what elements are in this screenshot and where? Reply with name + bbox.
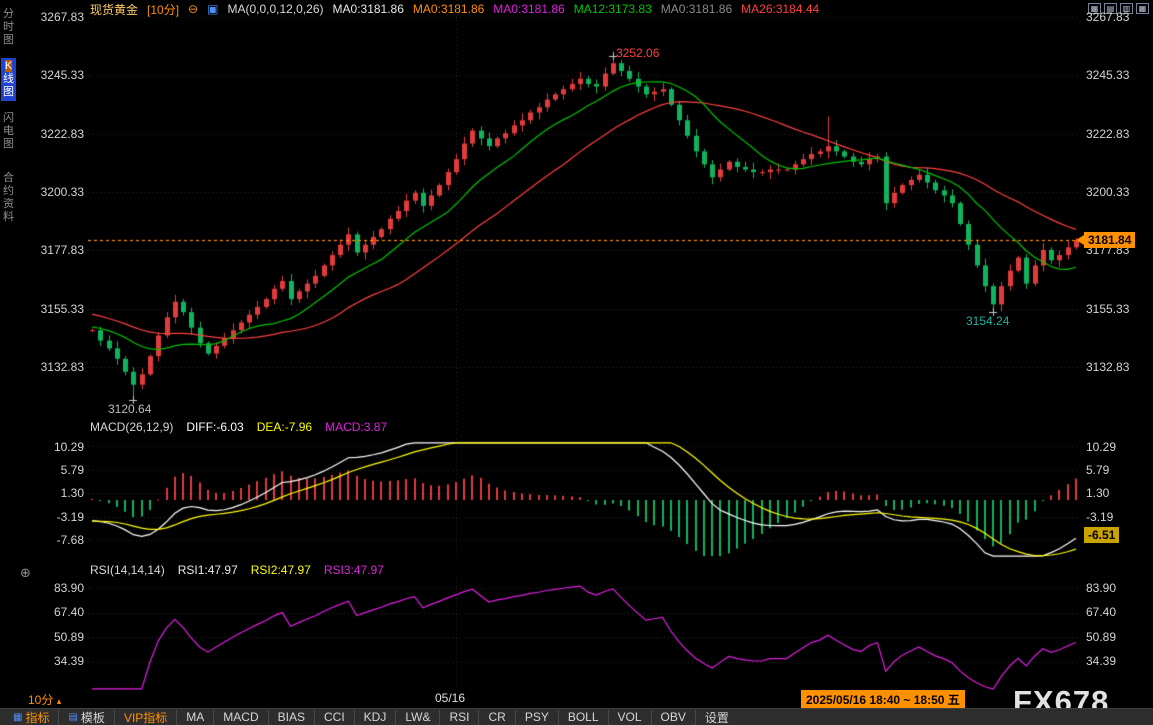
toolbar-item-label: MACD [223, 710, 258, 724]
rsi3-value: RSI3:47.97 [324, 563, 384, 577]
toolbar-item-label: VOL [618, 710, 642, 724]
macd-axis-label: -7.68 [12, 533, 84, 547]
macd-header: MACD(26,12,9) DIFF:-6.03 DEA:-7.96 MACD:… [90, 420, 387, 434]
rsi-axis-label: 67.40 [1086, 605, 1116, 619]
price-axis-label: 3132.83 [12, 360, 84, 374]
macd-chart-canvas[interactable] [88, 438, 1080, 558]
macd-value-tag: -6.51 [1084, 527, 1119, 543]
toolbar-item-label: CCI [324, 710, 345, 724]
date-axis-label: 05/16 [412, 691, 488, 705]
price-axis-label: 3267.83 [12, 10, 84, 24]
price-axis-label: 3155.33 [1086, 302, 1129, 316]
last-price-pointer-icon [1076, 235, 1084, 245]
low-price-annotation: 3154.24 [966, 314, 1009, 328]
macd-title: MACD(26,12,9) [90, 420, 173, 434]
period-dropdown-icon: ▴ [57, 696, 62, 706]
toolbar-item-psy[interactable]: PSY [516, 710, 559, 725]
price-chart-canvas[interactable] [88, 0, 1080, 434]
rsi-axis-label: 34.39 [1086, 654, 1116, 668]
toolbar-item-vip-indicator[interactable]: VIP指标 [115, 710, 177, 725]
toolbar-item-label: PSY [525, 710, 549, 724]
macd-axis-label: 10.29 [12, 440, 84, 454]
indicator-toolbar: ▦指标 ▤ 模板 VIP指标 MA MACD BIAS CCI KDJ LW& R… [0, 708, 1153, 725]
toolbar-item-label: KDJ [364, 710, 387, 724]
price-axis-label: 3200.33 [1086, 185, 1129, 199]
toolbar-item-macd[interactable]: MACD [214, 710, 268, 725]
circle-plus-icon[interactable]: ⊕ [20, 565, 31, 581]
price-axis-label: 3177.83 [12, 243, 84, 257]
toolbar-item-label: 指标 [25, 709, 49, 725]
toolbar-item-ma[interactable]: MA [177, 710, 214, 725]
rsi-axis-label: 50.89 [1086, 630, 1116, 644]
toolbar-item-cci[interactable]: CCI [315, 710, 355, 725]
price-axis-label: 3222.83 [12, 127, 84, 141]
toolbar-item-kdj[interactable]: KDJ [355, 710, 397, 725]
toolbar-item-template[interactable]: ▤ 模板 [59, 710, 114, 725]
low-price-annotation: 3120.64 [108, 402, 151, 416]
layout-grid-icon-4[interactable]: ▦ [1136, 3, 1149, 14]
toolbar-item-label: BIAS [278, 710, 305, 724]
macd-hist-value: MACD:3.87 [325, 420, 387, 434]
rsi-axis-label: 83.90 [1086, 581, 1116, 595]
price-axis-label: 3132.83 [1086, 360, 1129, 374]
macd-axis-label: 5.79 [12, 463, 84, 477]
toolbar-item-label: CR [488, 710, 505, 724]
toolbar-item-label: VIP指标 [124, 709, 167, 725]
macd-axis-label: -3.19 [1086, 510, 1113, 524]
price-axis-label: 3155.33 [12, 302, 84, 316]
macd-diff-value: DIFF:-6.03 [186, 420, 243, 434]
trading-app-window: 分时图 K线图 闪电图 合约资料 现货黄金 [10分] ⊖ ▣ MA(0,0,0… [0, 0, 1153, 725]
rsi1-value: RSI1:47.97 [178, 563, 238, 577]
rsi-axis-label: 34.39 [12, 654, 84, 668]
macd-dea-value: DEA:-7.96 [257, 420, 312, 434]
toolbar-item-label: 设置 [705, 709, 729, 725]
last-price-tag: 3181.84 [1084, 232, 1135, 248]
high-price-annotation: 3252.06 [616, 46, 659, 60]
rsi-header: RSI(14,14,14) RSI1:47.97 RSI2:47.97 RSI3… [90, 563, 384, 577]
price-axis-label: 3245.33 [12, 68, 84, 82]
toolbar-item-bias[interactable]: BIAS [269, 710, 315, 725]
toolbar-item-label: LW& [405, 710, 430, 724]
rsi-axis-label: 83.90 [12, 581, 84, 595]
price-axis-label: 3267.83 [1086, 10, 1129, 24]
toolbar-item-label: OBV [661, 710, 686, 724]
price-axis-label: 3200.33 [12, 185, 84, 199]
rsi-chart-canvas[interactable] [88, 578, 1080, 690]
toolbar-item-label: BOLL [568, 710, 599, 724]
toolbar-item-boll[interactable]: BOLL [559, 710, 609, 725]
toolbar-item-obv[interactable]: OBV [652, 710, 696, 725]
time-range-badge: 2025/05/16 18:40 ~ 18:50 五 [801, 690, 965, 709]
macd-axis-label: 10.29 [1086, 440, 1116, 454]
toolbar-item-lwr[interactable]: LW& [396, 710, 440, 725]
toolbar-item-rsi[interactable]: RSI [440, 710, 479, 725]
toolbar-item-indicator[interactable]: ▦指标 [4, 710, 59, 725]
period-selector[interactable]: 10分 ▴ [28, 691, 61, 708]
toolbar-item-label: 模板 [81, 709, 105, 725]
macd-axis-label: 1.30 [1086, 486, 1109, 500]
toolbar-item-vol[interactable]: VOL [609, 710, 652, 725]
price-axis-label: 3245.33 [1086, 68, 1129, 82]
period-text: 10分 [28, 693, 53, 707]
indicator-list-icon: ▦ [13, 712, 22, 723]
toolbar-item-label: RSI [449, 710, 469, 724]
toolbar-item-label: MA [186, 710, 204, 724]
rsi2-value: RSI2:47.97 [251, 563, 311, 577]
toolbar-item-settings[interactable]: 设置 [696, 710, 738, 725]
rsi-axis-label: 67.40 [12, 605, 84, 619]
macd-axis-label: 5.79 [1086, 463, 1109, 477]
rsi-title: RSI(14,14,14) [90, 563, 165, 577]
price-axis-label: 3222.83 [1086, 127, 1129, 141]
macd-axis-label: -3.19 [12, 510, 84, 524]
macd-axis-label: 1.30 [12, 486, 84, 500]
toolbar-item-cr[interactable]: CR [479, 710, 515, 725]
template-icon: ▤ [68, 712, 77, 723]
rsi-axis-label: 50.89 [12, 630, 84, 644]
